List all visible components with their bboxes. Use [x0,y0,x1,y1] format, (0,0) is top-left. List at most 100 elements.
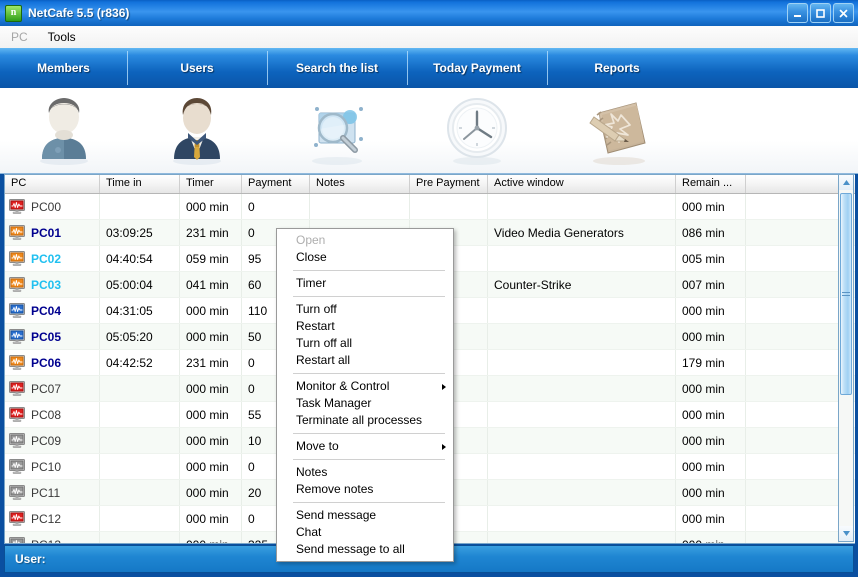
cell-value: 000 min [186,330,229,344]
cell-blank [746,376,839,401]
cell-value: 231 min [186,226,229,240]
column-header-active-window[interactable]: Active window [488,175,676,193]
status-user-label: User: [5,552,46,566]
context-menu-item-notes[interactable]: Notes [277,464,453,481]
tab-search-the-list[interactable]: Search the list [267,48,407,88]
minimize-button[interactable] [787,3,808,23]
context-menu-item-move-to[interactable]: Move to [277,438,453,455]
cell-active_window [488,324,676,349]
cell-value: 0 [248,382,255,396]
scrollbar-thumb[interactable] [840,193,852,395]
column-header-payment[interactable]: Payment [242,175,310,193]
cell-blank [746,480,839,505]
cell-value: 55 [248,408,261,422]
column-header-timer[interactable]: Timer [180,175,242,193]
cell-pc: PC10 [5,454,100,479]
column-header-notes[interactable]: Notes [310,175,410,193]
cell-pc: PC00 [5,194,100,219]
context-menu-item-chat[interactable]: Chat [277,524,453,541]
cell-value: 000 min [682,408,725,422]
context-menu-item-terminate-all-processes[interactable]: Terminate all processes [277,412,453,429]
menu-item-pc[interactable]: PC [2,28,37,46]
cell-pc: PC09 [5,428,100,453]
cell-timer: 000 min [180,376,242,401]
context-menu-item-close[interactable]: Close [277,249,453,266]
table-row[interactable]: PC00000 min0000 min [5,194,855,220]
context-menu-item-turn-off[interactable]: Turn off [277,301,453,318]
user-businessman-icon[interactable] [127,88,267,173]
menu-separator [293,373,445,374]
context-menu-item-task-manager[interactable]: Task Manager [277,395,453,412]
cell-remain: 007 min [676,272,746,297]
context-menu-item-label: Notes [296,465,327,479]
tab-reports[interactable]: Reports [547,48,687,88]
context-menu-item-label: Restart [296,319,335,333]
context-menu-item-timer[interactable]: Timer [277,275,453,292]
cell-remain: 000 min [676,454,746,479]
cell-time_in: 04:42:52 [100,350,180,375]
cell-value: 000 min [682,486,725,500]
monitor-gray-icon [9,459,26,474]
close-button[interactable] [833,3,854,23]
cell-value: 95 [248,252,261,266]
context-menu-item-restart-all[interactable]: Restart all [277,352,453,369]
context-menu-item-send-message-to-all[interactable]: Send message to all [277,541,453,558]
context-menu-item-send-message[interactable]: Send message [277,507,453,524]
cell-pc: PC13 [5,532,100,544]
cell-blank [746,506,839,531]
cell-pc: PC08 [5,402,100,427]
tab-members[interactable]: Members [0,48,127,88]
column-header-remain[interactable]: Remain ... [676,175,746,193]
notebook-reports-icon[interactable] [547,88,687,173]
column-header-blank[interactable] [746,175,839,193]
grid-header-row: PCTime inTimerPaymentNotes Pre Payment Act… [5,175,855,194]
cell-value: 000 min [186,512,229,526]
menu-separator [293,296,445,297]
cell-timer: 231 min [180,350,242,375]
cell-timer: 000 min [180,402,242,427]
context-menu-item-restart[interactable]: Restart [277,318,453,335]
cell-pre_payment [410,194,488,219]
cell-pc: PC12 [5,506,100,531]
window-controls [787,3,854,23]
scroll-up-icon[interactable] [839,175,853,190]
monitor-orange-icon [9,277,26,292]
cell-timer: 000 min [180,506,242,531]
monitor-orange-icon [9,251,26,266]
column-header-pc[interactable]: PC [5,175,100,193]
column-header-pre-payment[interactable]: Pre Payment [410,175,488,193]
cell-value: 10 [248,434,261,448]
column-header-time-in[interactable]: Time in [100,175,180,193]
cell-timer: 000 min [180,324,242,349]
cell-value: 000 min [682,434,725,448]
cell-remain: 086 min [676,220,746,245]
cell-active_window [488,454,676,479]
tab-users[interactable]: Users [127,48,267,88]
cell-value: 04:40:54 [106,252,153,266]
cell-value: 0 [248,512,255,526]
cell-time_in [100,194,180,219]
vertical-scrollbar[interactable] [838,174,854,542]
menu-item-tools[interactable]: Tools [39,28,85,46]
member-person-icon[interactable] [0,88,127,173]
cell-value: 000 min [682,382,725,396]
cell-pc: PC01 [5,220,100,245]
cell-value: 20 [248,486,261,500]
cell-blank [746,402,839,427]
clock-today-payment-icon[interactable] [407,88,547,173]
tab-today-payment[interactable]: Today Payment [407,48,547,88]
cell-value: 179 min [682,356,725,370]
maximize-button[interactable] [810,3,831,23]
scroll-down-icon[interactable] [839,526,853,541]
menu-separator [293,459,445,460]
context-menu-item-remove-notes[interactable]: Remove notes [277,481,453,498]
cell-value: 0 [248,226,255,240]
pc-name-label: PC03 [31,278,61,292]
search-magnifier-icon[interactable] [267,88,407,173]
context-menu-item-turn-off-all[interactable]: Turn off all [277,335,453,352]
cell-active_window [488,298,676,323]
cell-value: 000 min [682,512,725,526]
pc-name-label: PC13 [31,538,61,545]
column-header-label: Pre Payment [416,177,480,189]
context-menu-item-monitor-control[interactable]: Monitor & Control [277,378,453,395]
